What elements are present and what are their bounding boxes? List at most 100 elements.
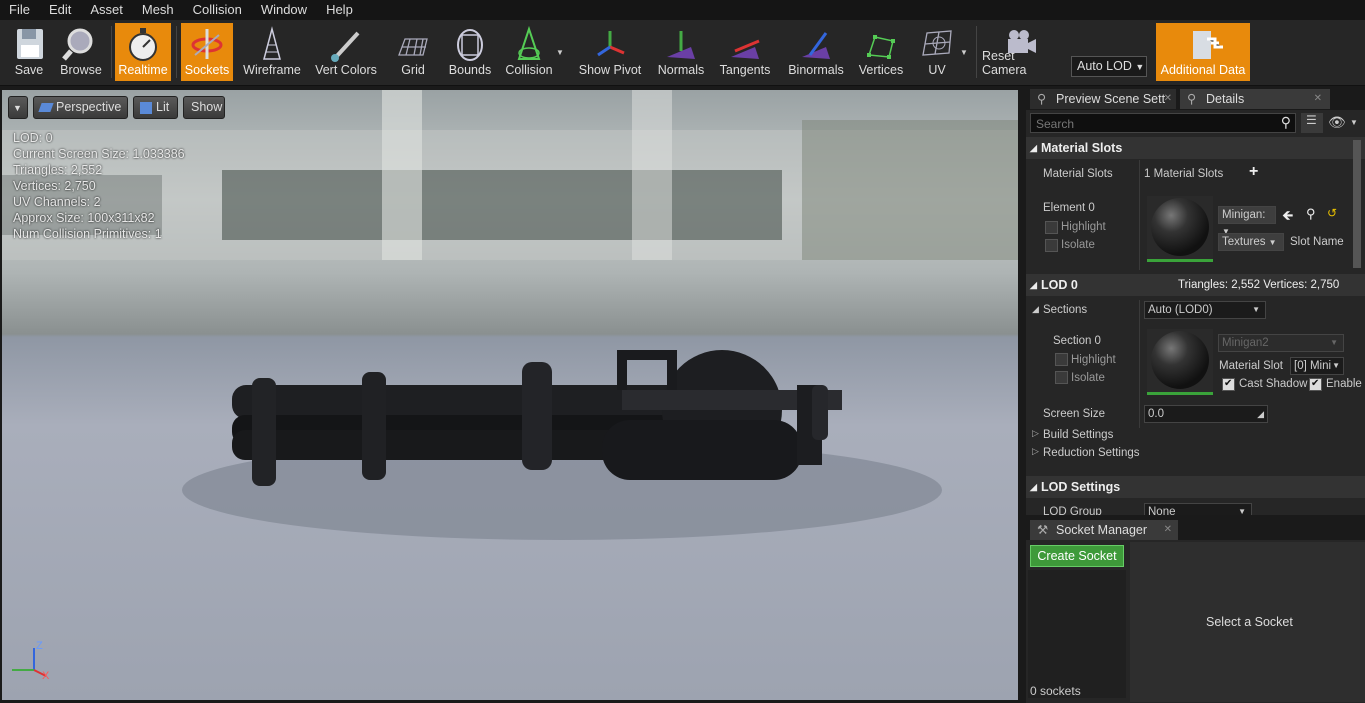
menu-file[interactable]: File — [0, 0, 40, 20]
enable-checkbox[interactable]: ✔ — [1309, 378, 1322, 391]
build-settings-label[interactable]: Build Settings — [1043, 429, 1113, 441]
bounds-icon — [457, 29, 483, 61]
menu-collision[interactable]: Collision — [184, 0, 252, 20]
stat-collision-primitives: Num Collision Primitives: 1 — [13, 227, 162, 241]
stat-approx-size: Approx Size: 100x311x82 — [13, 211, 155, 225]
scrollbar[interactable] — [1353, 140, 1361, 268]
perspective-button[interactable]: Perspective — [33, 96, 128, 119]
stat-vertices: Vertices: 2,750 — [13, 179, 96, 193]
chevron-down-icon: ▼ — [1268, 238, 1277, 247]
material-slot-dropdown[interactable]: [0] Mini ▼ — [1290, 357, 1344, 375]
socket-icon — [191, 29, 223, 59]
slot-name-label: Slot Name — [1290, 236, 1344, 248]
reset-icon[interactable]: ↺ — [1327, 206, 1337, 220]
stopwatch-icon — [129, 28, 157, 61]
stat-uv-channels: UV Channels: 2 — [13, 195, 101, 209]
section-material-thumbnail[interactable] — [1147, 329, 1213, 395]
additional-data-button[interactable]: Additional Data — [1156, 23, 1250, 81]
normals-icon — [667, 31, 695, 59]
chevron-down-icon: ▼ — [1238, 507, 1246, 515]
close-icon[interactable]: ✕ — [1164, 520, 1172, 540]
viewport-options-dropdown[interactable]: ▼ — [8, 96, 28, 119]
menu-asset[interactable]: Asset — [81, 0, 133, 20]
enable-label: Enable — [1326, 378, 1362, 390]
show-button[interactable]: Show — [183, 96, 225, 119]
lod-settings-category[interactable]: ◢ LOD Settings — [1026, 476, 1365, 498]
menu-help[interactable]: Help — [317, 0, 363, 20]
eye-icon[interactable]: 👁 — [1328, 114, 1346, 131]
socket-details-area: Select a Socket — [1130, 542, 1365, 702]
collapse-arrow-icon: ◢ — [1030, 280, 1037, 290]
sections-dropdown[interactable]: Auto (LOD0) ▼ — [1144, 301, 1266, 319]
lit-button[interactable]: Lit — [133, 96, 178, 119]
browse-icon[interactable]: ⚲ — [1306, 206, 1316, 222]
screen-size-input[interactable]: 0.0 ◢ — [1144, 405, 1268, 423]
highlight-checkbox[interactable] — [1045, 221, 1058, 234]
tab-details[interactable]: ⚲ Details ✕ — [1180, 89, 1330, 109]
vertices-icon — [867, 35, 895, 59]
arrow-left-icon[interactable]: 🡸 — [1282, 205, 1293, 229]
collision-button[interactable]: Collision — [502, 23, 556, 81]
tab-preview-scene-settings[interactable]: ⚲ Preview Scene Sett ✕ — [1030, 89, 1176, 109]
menu-window[interactable]: Window — [252, 0, 317, 20]
chevron-down-icon: ▼ — [1252, 305, 1260, 314]
chevron-down-icon: ▼ — [1135, 62, 1145, 72]
vertices-button[interactable]: Vertices — [856, 23, 906, 81]
tangents-button[interactable]: Tangents — [716, 23, 774, 81]
viewport[interactable]: ▼ Perspective Lit Show LOD: 0 Current Sc… — [2, 90, 1018, 700]
expand-arrow-icon[interactable]: ▷ — [1032, 446, 1039, 457]
section-highlight-checkbox[interactable] — [1055, 353, 1068, 366]
lod0-category[interactable]: ◢ LOD 0 Triangles: 2,552 Vertices: 2,750 — [1026, 274, 1365, 296]
material-selector[interactable]: Minigan: ▼ — [1218, 206, 1276, 236]
add-icon[interactable]: + — [1249, 163, 1258, 181]
show-pivot-button[interactable]: Show Pivot — [574, 23, 646, 81]
socket-list[interactable] — [1028, 570, 1126, 698]
vert-colors-button[interactable]: Vert Colors — [312, 23, 380, 81]
collapse-arrow-icon[interactable]: ◢ — [1032, 304, 1039, 315]
bounds-button[interactable]: Bounds — [446, 23, 494, 81]
textures-dropdown[interactable]: Textures ▼ — [1218, 233, 1284, 251]
magnifier-icon: ⚲ — [1187, 92, 1197, 106]
close-icon[interactable]: ✕ — [1164, 89, 1172, 109]
menu-edit[interactable]: Edit — [40, 0, 81, 20]
sockets-button[interactable]: Sockets — [181, 23, 233, 81]
collision-dropdown-icon[interactable]: ▼ — [556, 48, 564, 57]
resize-icon: ◢ — [1257, 409, 1264, 419]
collision-icon — [517, 25, 541, 60]
binormals-button[interactable]: Binormals — [784, 23, 848, 81]
grid-button[interactable]: Grid — [390, 23, 436, 81]
material-thumbnail[interactable] — [1147, 196, 1213, 262]
tab-socket-manager[interactable]: ⚒ Socket Manager ✕ — [1030, 520, 1178, 540]
chevron-down-icon[interactable]: ▼ — [1350, 118, 1358, 127]
socket-manager-panel: Create Socket 0 sockets Select a Socket — [1026, 540, 1365, 703]
perspective-icon — [38, 103, 54, 112]
collapse-arrow-icon: ◢ — [1030, 143, 1037, 153]
paint-brush-icon — [331, 31, 360, 62]
create-socket-button[interactable]: Create Socket — [1030, 545, 1124, 567]
reduction-settings-label[interactable]: Reduction Settings — [1043, 447, 1140, 459]
save-button[interactable]: Save — [4, 23, 54, 81]
section-isolate-checkbox[interactable] — [1055, 371, 1068, 384]
menu-mesh[interactable]: Mesh — [133, 0, 184, 20]
uv-dropdown-icon[interactable]: ▼ — [960, 48, 968, 57]
normals-button[interactable]: Normals — [654, 23, 708, 81]
search-input[interactable]: Search ⚲ — [1030, 113, 1296, 133]
cast-shadow-checkbox[interactable]: ✔ — [1222, 378, 1235, 391]
socket-count: 0 sockets — [1030, 684, 1081, 698]
close-icon[interactable]: ✕ — [1314, 89, 1322, 109]
expand-arrow-icon[interactable]: ▷ — [1032, 428, 1039, 439]
tangents-icon — [731, 39, 760, 59]
material-slots-category[interactable]: ◢ Material Slots — [1026, 137, 1365, 159]
isolate-checkbox[interactable] — [1045, 239, 1058, 252]
auto-lod-dropdown[interactable]: Auto LOD ▼ — [1071, 56, 1147, 77]
axis-x-label: X — [42, 670, 50, 682]
property-matrix-icon[interactable]: ☰ — [1301, 113, 1323, 133]
uv-button[interactable]: UV — [914, 23, 960, 81]
sections-label: Sections — [1043, 304, 1088, 316]
material-slots-value: 1 Material Slots — [1144, 168, 1224, 180]
wireframe-button[interactable]: Wireframe — [240, 23, 304, 81]
reset-camera-button[interactable]: Reset Camera — [982, 23, 1062, 81]
lod-group-dropdown[interactable]: None ▼ — [1144, 503, 1252, 515]
browse-button[interactable]: Browse — [56, 23, 106, 81]
realtime-button[interactable]: Realtime — [115, 23, 171, 81]
